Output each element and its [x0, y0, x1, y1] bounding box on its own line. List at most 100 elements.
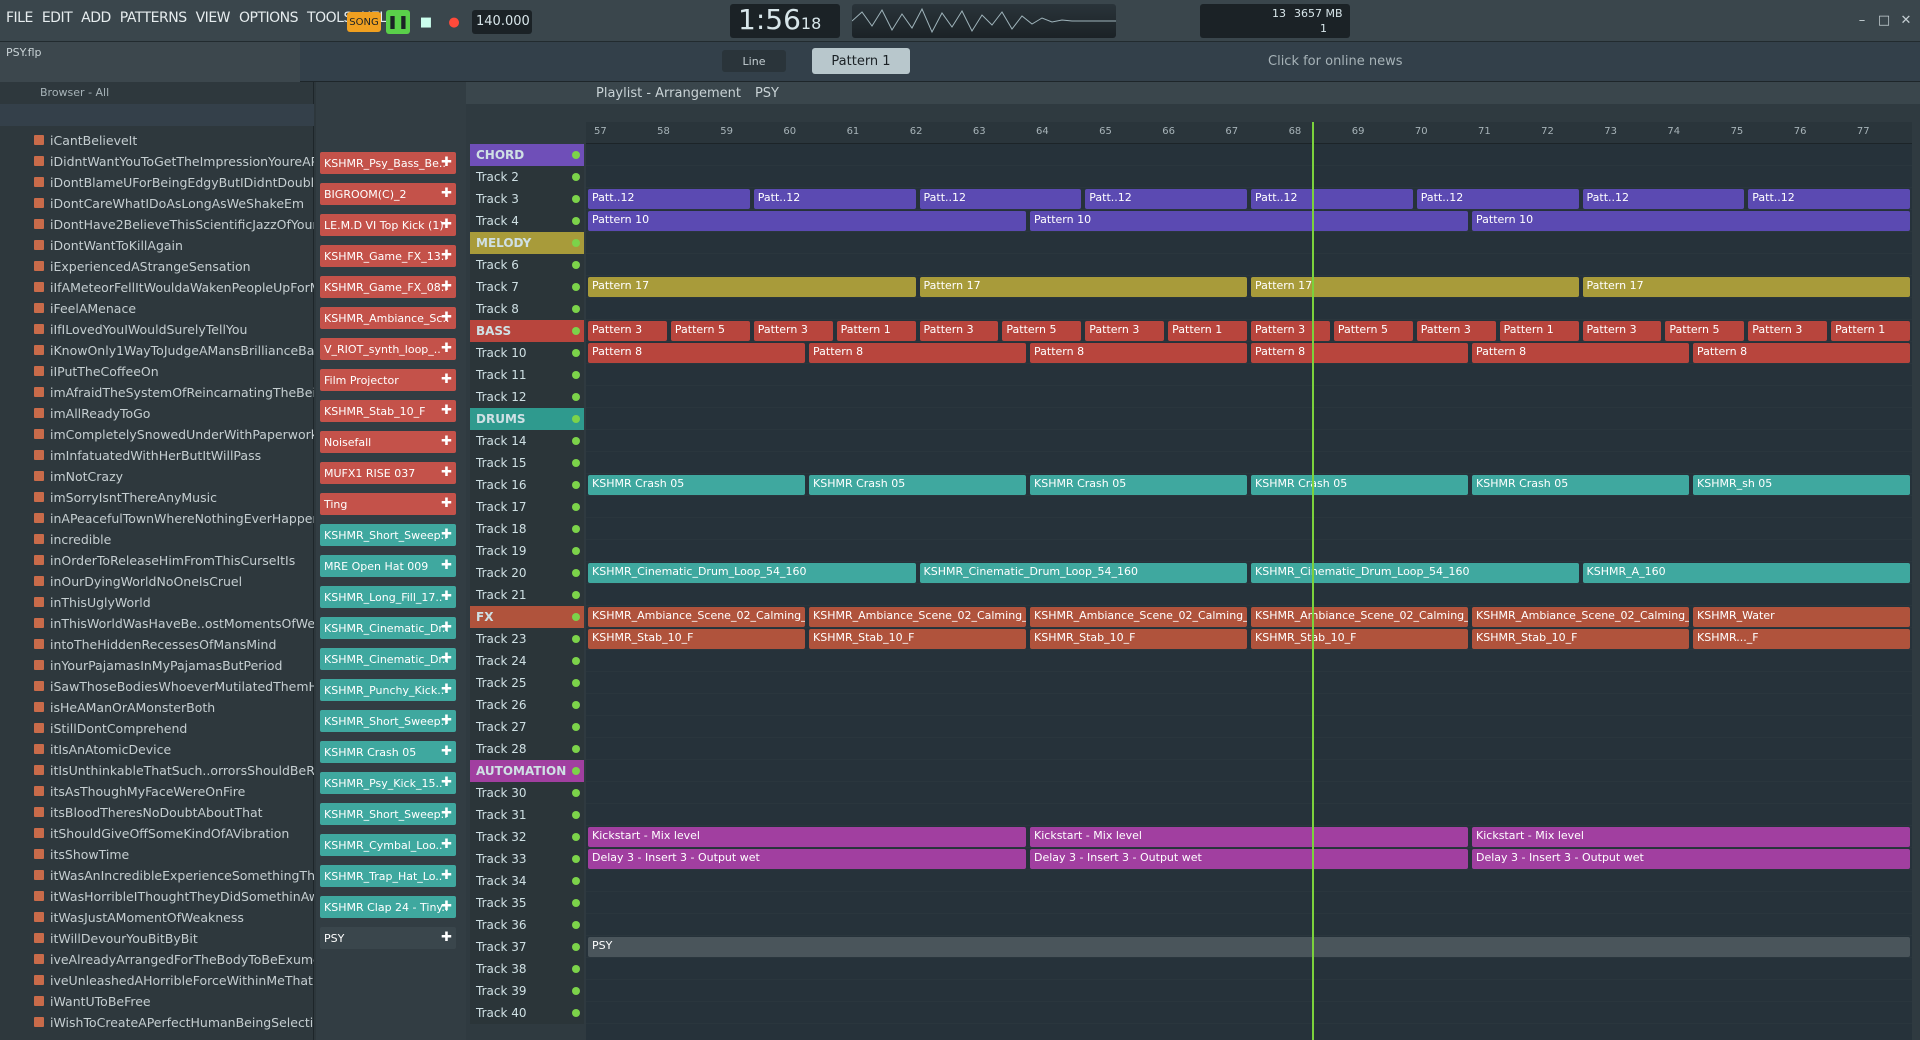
track-header[interactable]: Track 36: [470, 914, 584, 936]
pattern-clip[interactable]: Delay 3 - Insert 3 - Output wet: [588, 849, 1026, 869]
pattern-clip[interactable]: Patt..12: [1416, 189, 1579, 209]
track-header[interactable]: Track 10: [470, 342, 584, 364]
pattern-clip[interactable]: KSHMR Crash 05: [1030, 475, 1247, 495]
track-lane[interactable]: [586, 452, 1912, 474]
track-header[interactable]: Track 2: [470, 166, 584, 188]
channel-add-icon[interactable]: ✚: [441, 248, 452, 263]
track-lane[interactable]: [586, 980, 1912, 1002]
track-header[interactable]: Track 14: [470, 430, 584, 452]
track-lane[interactable]: [586, 672, 1912, 694]
track-mute-led[interactable]: [572, 261, 580, 269]
browser-item[interactable]: iExperiencedAStrangeSensation: [0, 256, 314, 277]
pattern-clip[interactable]: Patt..12: [1748, 189, 1910, 209]
track-lane[interactable]: [586, 298, 1912, 320]
browser-item[interactable]: iIfAMeteorFellItWouldaWakenPeopleUpForMi…: [0, 277, 314, 298]
track-header[interactable]: Track 19: [470, 540, 584, 562]
pattern-clip[interactable]: Pattern 1: [1168, 321, 1247, 341]
channel-button[interactable]: MRE Open Hat 009 ✚: [320, 555, 456, 577]
channel-button[interactable]: KSHMR_Psy_Bass_Be.. ✚: [320, 152, 456, 174]
track-mute-led[interactable]: [572, 635, 580, 643]
pattern-clip[interactable]: Pattern 10: [1030, 211, 1468, 231]
browser-item[interactable]: iKnowOnly1WayToJudgeAMansBrillianceBankA…: [0, 340, 314, 361]
track-lane[interactable]: [586, 804, 1912, 826]
track-mute-led[interactable]: [572, 327, 580, 335]
track-mute-led[interactable]: [572, 745, 580, 753]
window-close-button[interactable]: ✕: [1896, 10, 1916, 30]
browser-item[interactable]: imNotCrazy: [0, 466, 314, 487]
channel-add-icon[interactable]: ✚: [441, 155, 452, 170]
channel-button[interactable]: Ting ✚: [320, 493, 456, 515]
track-lane[interactable]: [586, 716, 1912, 738]
pattern-clip[interactable]: Pattern 3: [1416, 321, 1496, 341]
track-mute-led[interactable]: [572, 217, 580, 225]
pattern-clip[interactable]: Pattern 3: [1748, 321, 1828, 341]
channel-button[interactable]: Noisefall ✚: [320, 431, 456, 453]
pattern-clip[interactable]: KSHMR_Ambiance_Scene_02_Calming_Water: [588, 607, 805, 627]
track-lane[interactable]: [586, 166, 1912, 188]
track-mute-led[interactable]: [572, 349, 580, 357]
pattern-clip[interactable]: KSHMR_Stab_10_F: [588, 629, 805, 649]
browser-item[interactable]: inYourPajamasInMyPajamasButPeriod: [0, 655, 314, 676]
pattern-clip[interactable]: Pattern 5: [1665, 321, 1745, 341]
channel-button[interactable]: MUFX1 RISE 037 ✚: [320, 462, 456, 484]
track-mute-led[interactable]: [572, 415, 580, 423]
pattern-clip[interactable]: Kickstart - Mix level: [1472, 827, 1910, 847]
track-header[interactable]: Track 20: [470, 562, 584, 584]
track-header[interactable]: Track 37: [470, 936, 584, 958]
play-button[interactable]: ❚❚: [386, 10, 410, 34]
track-header[interactable]: Track 6: [470, 254, 584, 276]
track-lane[interactable]: [586, 584, 1912, 606]
track-header[interactable]: Track 25: [470, 672, 584, 694]
menu-item-file[interactable]: FILE: [6, 10, 33, 26]
browser-item[interactable]: iCantBelieveIt: [0, 130, 314, 151]
track-mute-led[interactable]: [572, 833, 580, 841]
browser-item[interactable]: imAfraidTheSystemOfReincarnatingTheBeing…: [0, 382, 314, 403]
browser-item[interactable]: iWishToCreateAPerfectHumanBeingSelecting…: [0, 1012, 314, 1033]
stop-button[interactable]: ■: [414, 10, 438, 34]
channel-button[interactable]: KSHMR_Short_Sweep.. ✚: [320, 803, 456, 825]
pattern-clip[interactable]: Pattern 8: [1251, 343, 1468, 363]
channel-button[interactable]: KSHMR_Game_FX_13.. ✚: [320, 245, 456, 267]
track-lane[interactable]: [586, 232, 1912, 254]
track-header[interactable]: Track 12: [470, 386, 584, 408]
pattern-clip[interactable]: Pattern 5: [1002, 321, 1082, 341]
track-mute-led[interactable]: [572, 987, 580, 995]
menu-item-tools[interactable]: TOOLS: [307, 10, 352, 26]
track-header[interactable]: Track 11: [470, 364, 584, 386]
track-mute-led[interactable]: [572, 371, 580, 379]
tempo-display[interactable]: 140.000: [472, 10, 532, 34]
browser-item[interactable]: iDontWantToKillAgain: [0, 235, 314, 256]
track-header[interactable]: Track 35: [470, 892, 584, 914]
pattern-clip[interactable]: KSHMR_Cinematic_Drum_Loop_54_160: [588, 563, 916, 583]
track-lane[interactable]: [586, 254, 1912, 276]
track-lane[interactable]: KSHMR_Cinematic_Drum_Loop_54_160 KSHMR_Ci…: [586, 562, 1912, 584]
track-lane[interactable]: PSY: [586, 936, 1912, 958]
pattern-clip[interactable]: Patt..12: [919, 189, 1082, 209]
track-lane[interactable]: KSHMR_Stab_10_F KSHMR_Stab_10_F KSHMR_Stab…: [586, 628, 1912, 650]
pattern-clip[interactable]: KSHMR_Ambiance_Scene_02_Calming_Water: [1030, 607, 1247, 627]
channel-button[interactable]: KSHMR_Game_FX_08.. ✚: [320, 276, 456, 298]
pattern-clip[interactable]: PSY: [588, 937, 1910, 957]
browser-item[interactable]: itWasJustAMomentOfWeakness: [0, 907, 314, 928]
track-header[interactable]: Track 4: [470, 210, 584, 232]
browser-item[interactable]: itShouldGiveOffSomeKindOfAVibration: [0, 823, 314, 844]
track-lane[interactable]: [586, 430, 1912, 452]
track-header[interactable]: Track 23: [470, 628, 584, 650]
track-header[interactable]: Track 32: [470, 826, 584, 848]
browser-item[interactable]: inAPeacefulTownWhereNothingEverHappens: [0, 508, 314, 529]
track-group-header[interactable]: BASS: [470, 320, 584, 342]
pattern-clip[interactable]: Pattern 3: [1582, 321, 1662, 341]
track-lane[interactable]: Kickstart - Mix level Kickstart - Mix lev…: [586, 826, 1912, 848]
browser-item[interactable]: itWasAnIncredibleExperienceSomethingTheM…: [0, 865, 314, 886]
channel-button[interactable]: PSY ✚: [320, 927, 456, 949]
browser-item[interactable]: iSawThoseBodiesWhoeverMutilatedThemHas: [0, 676, 314, 697]
browser-item[interactable]: inThisUglyWorld: [0, 592, 314, 613]
channel-button[interactable]: Film Projector ✚: [320, 369, 456, 391]
browser-item[interactable]: inOurDyingWorldNoOneIsCruel: [0, 571, 314, 592]
channel-button[interactable]: KSHMR Crash 05 ✚: [320, 741, 456, 763]
track-mute-led[interactable]: [572, 789, 580, 797]
channel-add-icon[interactable]: ✚: [441, 651, 452, 666]
track-header[interactable]: Track 40: [470, 1002, 584, 1024]
track-header[interactable]: Track 18: [470, 518, 584, 540]
pattern-clip[interactable]: Pattern 3: [919, 321, 999, 341]
